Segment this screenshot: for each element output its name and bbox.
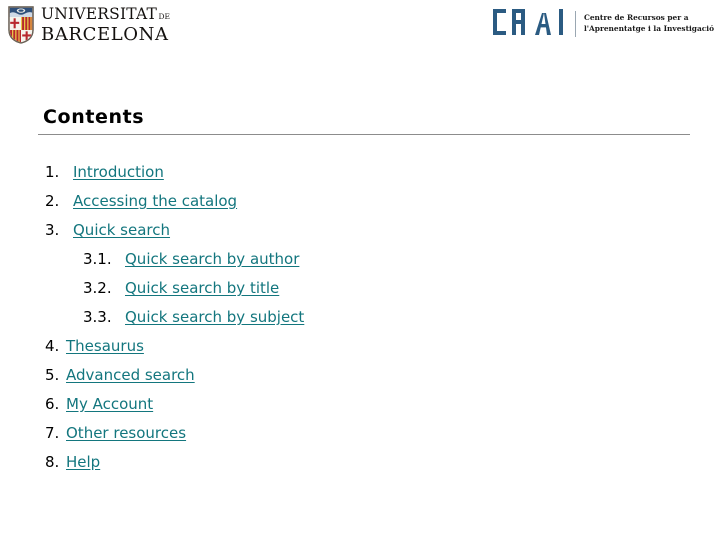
toc-item-link[interactable]: Other resources — [66, 424, 186, 442]
university-wordmark-de: DE — [158, 12, 171, 22]
toc-item-number: 6. — [45, 395, 60, 413]
crai-logo: Centre de Recursos per a l'Aprenentatge … — [492, 9, 714, 39]
toc-item-number: 2. — [45, 192, 60, 210]
toc-item[interactable]: 6. My Account — [38, 395, 678, 424]
toc-item-number: 3. — [45, 221, 60, 239]
crai-divider — [574, 11, 576, 37]
page-title: Contents — [43, 106, 145, 128]
toc-item-number: 3.1. — [83, 250, 112, 268]
toc-item[interactable]: 7. Other resources — [38, 424, 678, 453]
toc-item-number: 1. — [45, 163, 60, 181]
crai-wordmark-icon — [492, 9, 567, 39]
ub-coat-of-arms-icon — [8, 6, 34, 44]
toc-item-number: 4. — [45, 337, 60, 355]
university-logo: UNIVERSITAT DE BARCELONA — [8, 6, 170, 44]
toc-item[interactable]: 8. Help — [38, 453, 678, 482]
toc-item-link[interactable]: Quick search by title — [125, 279, 279, 297]
toc-item-link[interactable]: Accessing the catalog — [73, 192, 237, 210]
toc-item[interactable]: 3.2. Quick search by title — [38, 279, 678, 308]
university-wordmark-line1: UNIVERSITAT — [41, 5, 158, 24]
toc-item-link[interactable]: Quick search by subject — [125, 308, 304, 326]
toc-item-link[interactable]: Help — [66, 453, 100, 471]
toc-item-link[interactable]: Quick search — [73, 221, 170, 239]
title-divider — [38, 134, 690, 135]
toc-item-number: 3.3. — [83, 308, 112, 326]
toc-item[interactable]: 3.1. Quick search by author — [38, 250, 678, 279]
toc-item-number: 7. — [45, 424, 60, 442]
university-wordmark-line2: BARCELONA — [41, 23, 169, 45]
toc-item-number: 3.2. — [83, 279, 112, 297]
page-header: UNIVERSITAT DE BARCELONA Centre de Recur… — [0, 0, 720, 60]
toc-item[interactable]: 2. Accessing the catalog — [38, 192, 678, 221]
toc-item-number: 5. — [45, 366, 60, 384]
toc-item-link[interactable]: My Account — [66, 395, 153, 413]
toc-item[interactable]: 1. Introduction — [38, 163, 678, 192]
crai-tagline-line2: l'Aprenentatge i la Investigació — [583, 24, 714, 33]
university-wordmark: UNIVERSITAT DE BARCELONA — [41, 6, 170, 44]
toc-item[interactable]: 3.3. Quick search by subject — [38, 308, 678, 337]
toc-item-link[interactable]: Advanced search — [66, 366, 195, 384]
table-of-contents: 1. Introduction 2. Accessing the catalog 3. Q… — [38, 163, 678, 482]
toc-item-link[interactable]: Quick search by author — [125, 250, 299, 268]
toc-item-link[interactable]: Thesaurus — [66, 337, 144, 355]
crai-tagline: Centre de Recursos per a l'Aprenentatge … — [584, 13, 714, 34]
toc-item-link[interactable]: Introduction — [73, 163, 164, 181]
toc-item[interactable]: 4. Thesaurus — [38, 337, 678, 366]
toc-item[interactable]: 5. Advanced search — [38, 366, 678, 395]
crai-tagline-line1: Centre de Recursos per a — [583, 13, 689, 23]
toc-item-number: 8. — [45, 453, 60, 471]
toc-item[interactable]: 3. Quick search — [38, 221, 678, 250]
